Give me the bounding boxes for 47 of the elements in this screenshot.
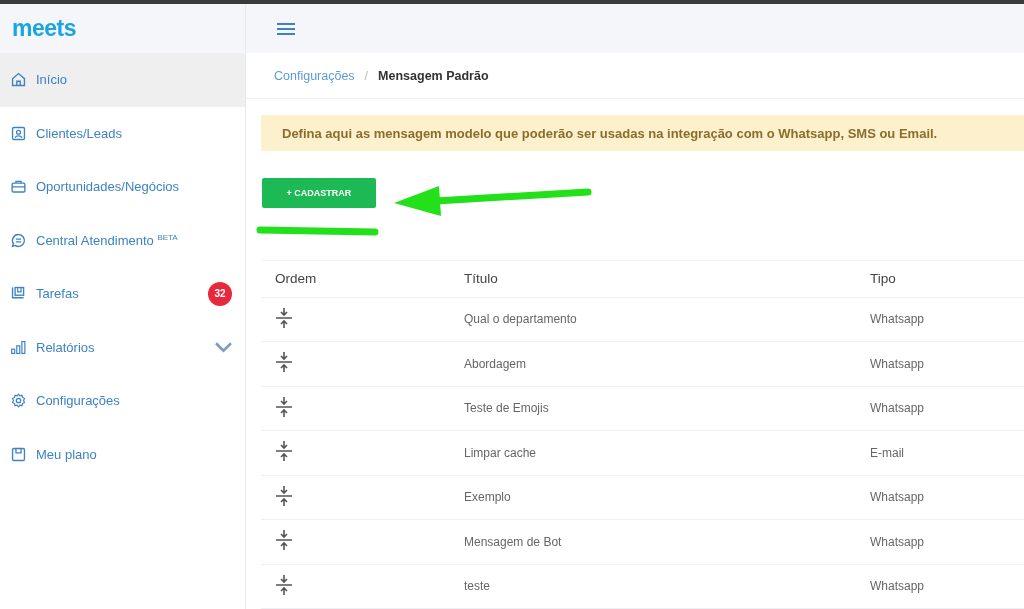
bar-chart-icon <box>10 338 27 356</box>
info-alert: Defina aqui as mensagem modelo que poderão ser usadas na integração com o Whatsapp, SMS ou Email. <box>261 115 1024 152</box>
chat-icon <box>10 231 27 249</box>
sidebar-item[interactable]: Clientes/Leads <box>0 106 245 160</box>
table-cell: Abordagem <box>464 356 527 371</box>
sidebar-item[interactable]: Relatórios <box>0 320 245 374</box>
column-header: Ordem <box>275 271 317 286</box>
home-icon <box>10 71 27 89</box>
table-cell: Whatsapp <box>870 356 925 371</box>
column-header: Título <box>464 271 498 286</box>
reorder-icon[interactable] <box>275 350 293 375</box>
table-cell: Whatsapp <box>870 312 925 327</box>
contact-card-icon <box>10 124 27 142</box>
reorder-icon[interactable] <box>275 394 293 419</box>
sidebar-item[interactable]: Início <box>0 53 245 107</box>
table-cell: Whatsapp <box>870 534 925 549</box>
count-badge: 32 <box>208 281 232 306</box>
reorder-icon[interactable] <box>275 572 293 597</box>
table-cell: Teste de Emojis <box>464 401 549 416</box>
reorder-icon[interactable] <box>275 305 293 330</box>
sidebar-item[interactable]: Configurações <box>0 374 245 428</box>
menu-icon[interactable] <box>277 21 295 36</box>
table-cell: teste <box>464 579 490 594</box>
bookmark-icon <box>10 445 27 463</box>
briefcase-icon <box>10 178 27 196</box>
table-cell: Mensagem de Bot <box>464 534 562 549</box>
sidebar-item[interactable]: Tarefas 32 <box>0 267 245 321</box>
add-button[interactable]: + CADASTRAR <box>262 178 376 209</box>
breadcrumb-link[interactable]: Configurações <box>274 68 355 83</box>
sidebar-item[interactable]: Oportunidades/Negócios <box>0 160 245 214</box>
table-cell: Whatsapp <box>870 490 925 505</box>
reorder-icon[interactable] <box>275 528 293 553</box>
table-cell: Limpar cache <box>464 445 537 460</box>
table-cell: Qual o departamento <box>464 312 577 327</box>
table-cell: E-mail <box>870 445 904 460</box>
column-header: Tipo <box>870 271 896 286</box>
table-cell: Whatsapp <box>870 579 925 594</box>
sidebar-item[interactable]: Meu plano <box>0 427 245 481</box>
reorder-icon[interactable] <box>275 483 293 508</box>
reorder-icon[interactable] <box>275 439 293 464</box>
table-cell: Exemplo <box>464 490 511 505</box>
breadcrumb-current: Mensagem Padrão <box>378 68 489 83</box>
sidebar-item[interactable]: Central Atendimento $^{BETA}$ <box>0 213 245 267</box>
table-cell: Whatsapp <box>870 401 925 416</box>
logo: meets <box>12 15 76 42</box>
breadcrumb-separator: / <box>364 68 369 83</box>
settings-icon <box>10 392 27 410</box>
